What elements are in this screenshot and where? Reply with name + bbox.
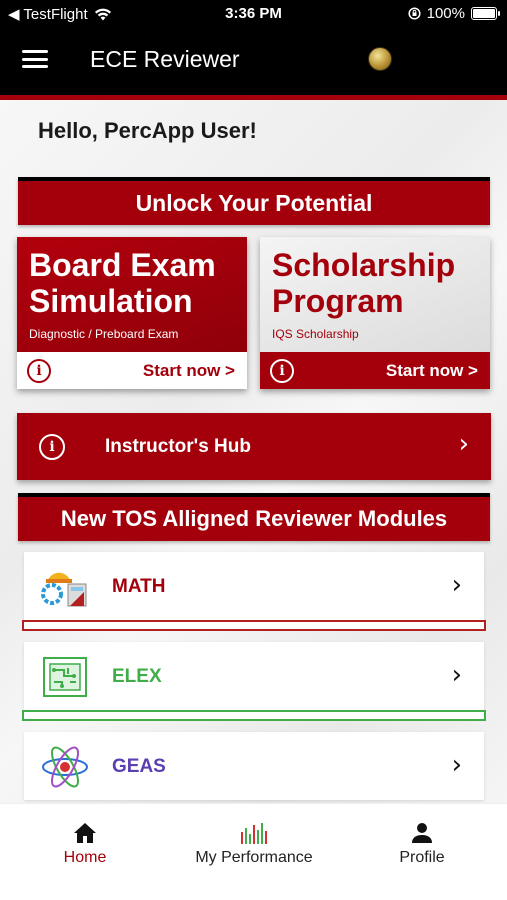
module-geas[interactable]: GEAS › <box>24 732 484 800</box>
card-header: Board Exam Simulation Diagnostic / Prebo… <box>17 237 247 352</box>
info-icon[interactable]: i <box>27 358 51 383</box>
modules-banner: New TOS Alligned Reviewer Modules <box>18 493 490 541</box>
info-icon[interactable]: i <box>270 358 294 383</box>
board-exam-card[interactable]: Board Exam Simulation Diagnostic / Prebo… <box>17 237 247 389</box>
bottom-nav: Home My Performance Profile <box>0 803 507 900</box>
person-icon <box>412 823 432 843</box>
module-label: MATH <box>112 576 166 597</box>
coin-icon[interactable] <box>368 47 392 71</box>
main-content[interactable]: Hello, PercApp User! Unlock Your Potenti… <box>0 100 507 803</box>
nav-home-label: Home <box>63 849 107 866</box>
chevron-right-icon: › <box>451 660 462 690</box>
card-subtitle: Diagnostic / Preboard Exam <box>29 327 179 341</box>
nav-performance[interactable]: My Performance <box>180 818 328 867</box>
status-bar: ◀ TestFlight 3:36 PM 100% <box>0 0 507 28</box>
hub-label: Instructor's Hub <box>105 436 251 457</box>
top-bar: ◀ TestFlight 3:36 PM 100% ECE Reviewer <box>0 0 507 100</box>
nav-home[interactable]: Home <box>40 818 130 867</box>
home-icon <box>74 823 96 843</box>
module-label: GEAS <box>112 756 166 777</box>
instructors-hub-button[interactable]: i Instructor's Hub › <box>17 413 491 480</box>
card-title: Scholarship Program <box>272 247 456 319</box>
circuit-board-icon <box>43 657 87 697</box>
battery-icon <box>471 7 500 20</box>
info-icon: i <box>39 434 65 460</box>
nav-profile-label: Profile <box>399 849 445 866</box>
module-elex[interactable]: ELEX › <box>24 642 484 710</box>
scholarship-card[interactable]: Scholarship Program IQS Scholarship i St… <box>260 237 490 389</box>
nav-performance-label: My Performance <box>195 849 313 866</box>
chevron-right-icon: › <box>451 750 462 780</box>
card-title: Board Exam Simulation <box>29 247 216 319</box>
module-label: ELEX <box>112 666 162 687</box>
start-now-button[interactable]: Start now > <box>386 361 478 381</box>
unlock-banner: Unlock Your Potential <box>18 177 490 225</box>
greeting: Hello, PercApp User! <box>38 118 257 143</box>
nav-profile[interactable]: Profile <box>377 818 467 867</box>
card-subtitle: IQS Scholarship <box>272 327 359 341</box>
module-math-indicator <box>22 620 486 631</box>
module-elex-indicator <box>22 710 486 721</box>
status-right: 100% <box>408 5 500 22</box>
chevron-right-icon: › <box>458 429 469 459</box>
bar-chart-icon <box>241 823 267 844</box>
app-title: ECE Reviewer <box>90 46 240 72</box>
math-tools-icon <box>41 572 87 607</box>
atom-icon <box>42 746 88 788</box>
card-header: Scholarship Program IQS Scholarship <box>260 237 490 352</box>
card-footer: i Start now > <box>17 352 247 389</box>
menu-icon[interactable] <box>22 48 48 70</box>
card-footer: i Start now > <box>260 352 490 389</box>
chevron-right-icon: › <box>451 570 462 600</box>
module-math[interactable]: MATH › <box>24 552 484 620</box>
app-bar: ECE Reviewer <box>0 38 507 82</box>
orientation-lock-icon <box>408 7 421 20</box>
battery-percent: 100% <box>426 5 465 22</box>
start-now-button[interactable]: Start now > <box>143 361 235 381</box>
